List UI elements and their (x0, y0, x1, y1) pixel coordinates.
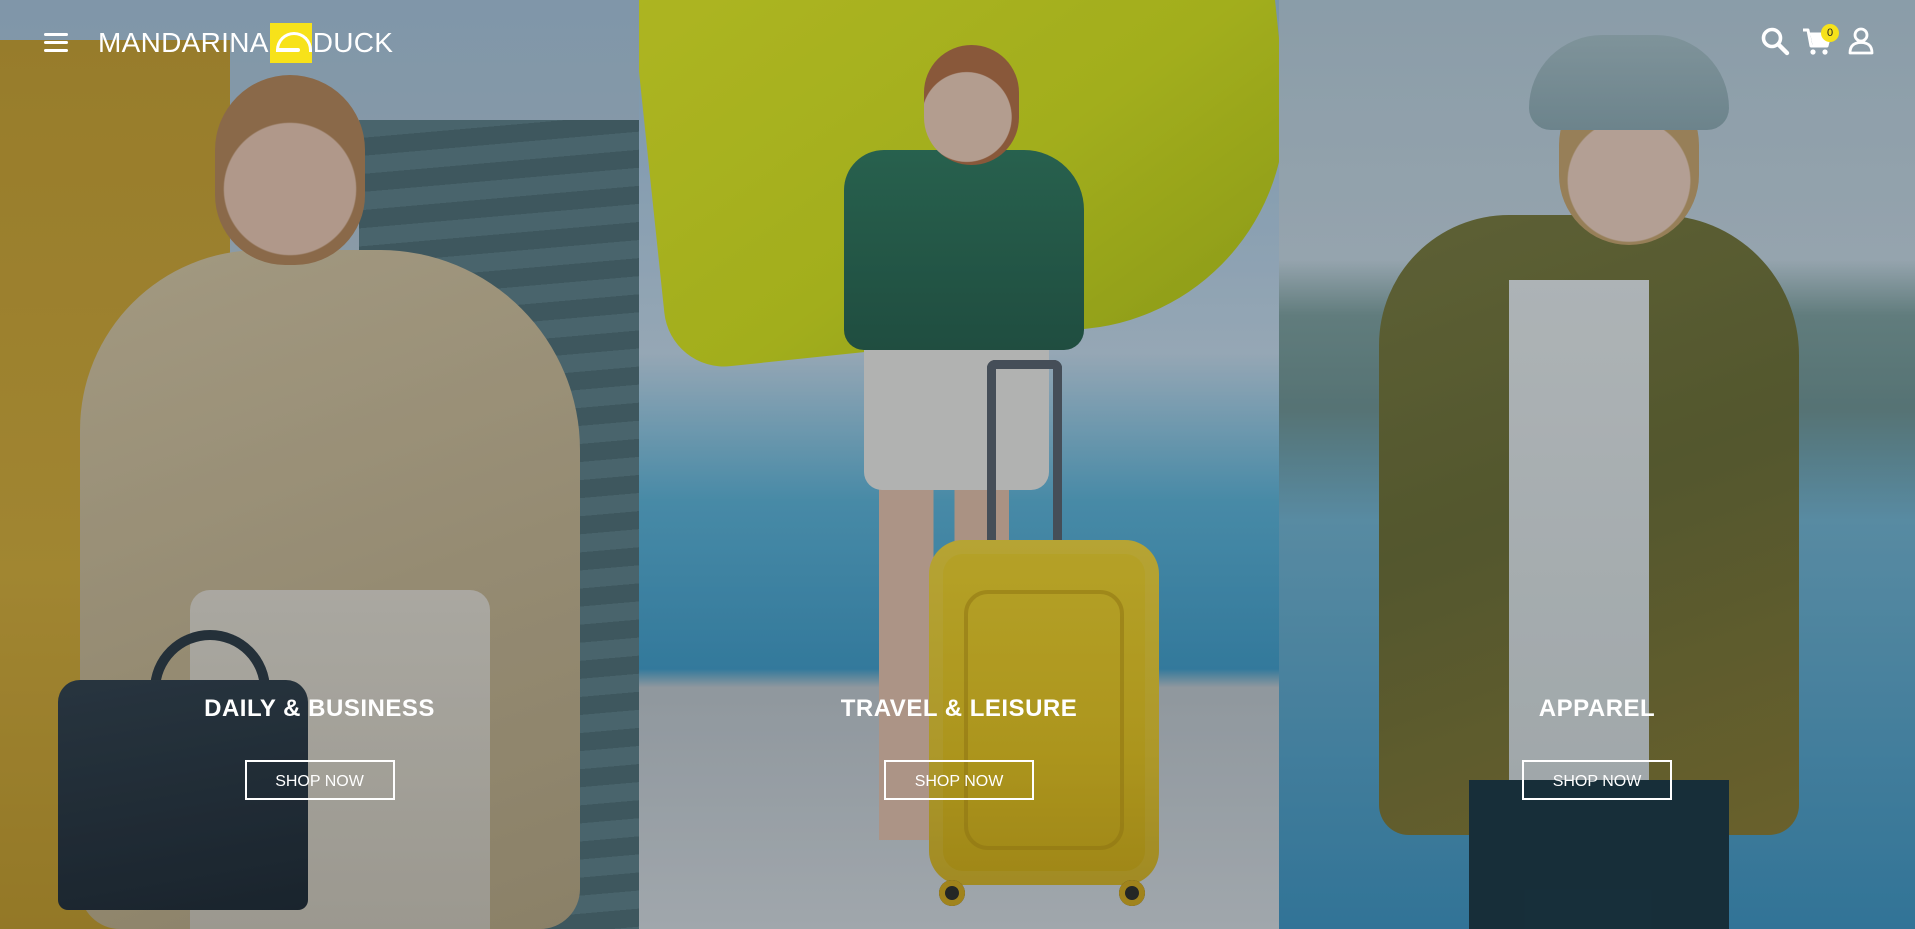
brand-logo[interactable]: MANDARINA DUCK (98, 22, 393, 64)
category-title: APPAREL (1538, 695, 1656, 722)
duck-logo-icon (269, 23, 312, 63)
category-caption: TRAVEL & LEISURE SHOP NOW (639, 693, 1279, 800)
category-caption: DAILY & BUSINESS SHOP NOW (0, 693, 639, 800)
category-panel-daily-business[interactable]: DAILY & BUSINESS SHOP NOW (0, 0, 639, 929)
hamburger-menu-icon[interactable] (44, 30, 70, 54)
search-icon[interactable] (1760, 26, 1790, 56)
category-title: DAILY & BUSINESS (204, 695, 435, 722)
logo-text-left: MANDARINA (98, 27, 269, 58)
category-panel-apparel[interactable]: APPAREL SHOP NOW (1279, 0, 1915, 929)
shop-now-button-travel-leisure[interactable]: SHOP NOW (884, 760, 1034, 800)
shop-now-button-daily-business[interactable]: SHOP NOW (244, 760, 395, 800)
user-account-icon[interactable] (1846, 26, 1876, 56)
shopping-cart-icon[interactable] (1801, 24, 1835, 58)
category-caption: APPAREL SHOP NOW (1279, 693, 1915, 800)
logo-text-right: DUCK (312, 27, 394, 58)
shop-now-button-apparel[interactable]: SHOP NOW (1522, 760, 1672, 800)
hero-panels: DAILY & BUSINESS SHOP NOW TRAVEL & LEISU… (0, 0, 1915, 929)
category-title: TRAVEL & LEISURE (840, 695, 1078, 722)
category-panel-travel-leisure[interactable]: TRAVEL & LEISURE SHOP NOW (639, 0, 1279, 929)
site-header: MANDARINA DUCK 0 (0, 0, 1915, 86)
